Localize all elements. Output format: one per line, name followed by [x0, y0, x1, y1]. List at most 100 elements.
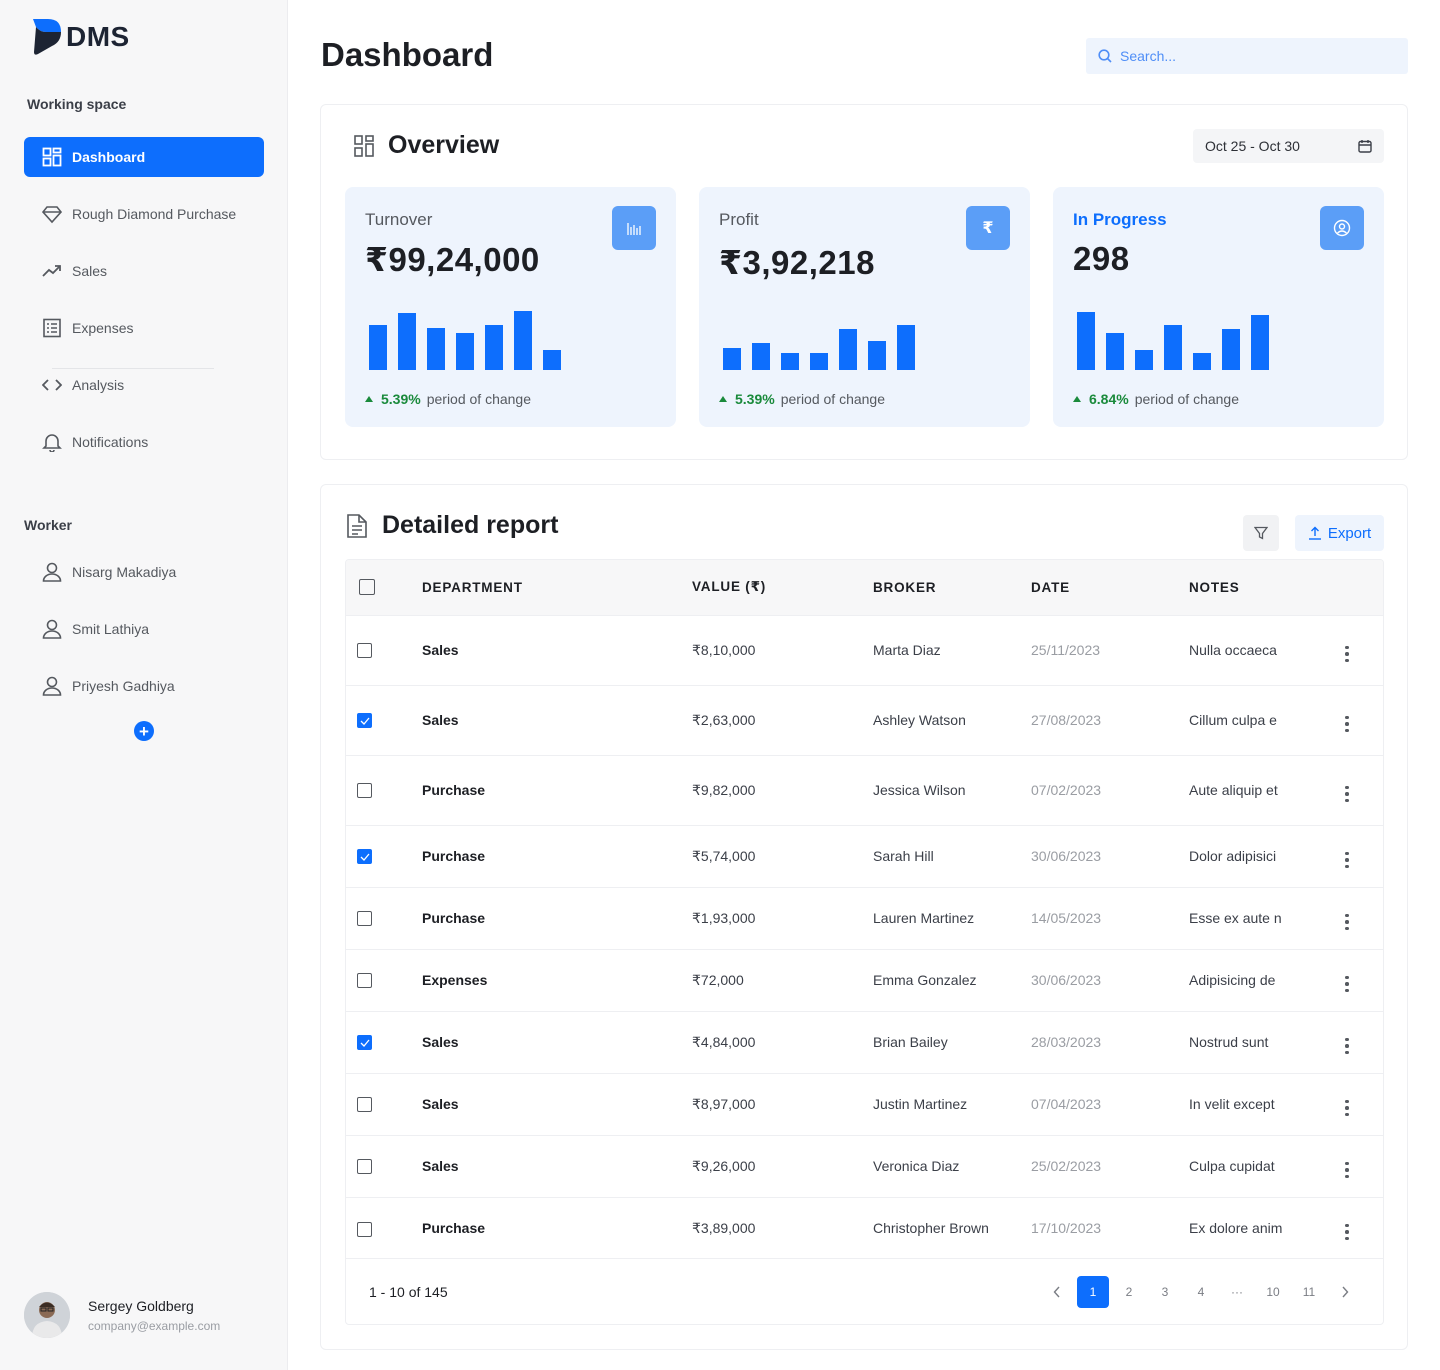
filter-icon: [1254, 526, 1268, 540]
overview-grid-icon: [354, 134, 374, 157]
chart-bar: [839, 329, 857, 370]
pagination-page[interactable]: 10: [1257, 1276, 1289, 1308]
row-checkbox[interactable]: [357, 973, 372, 989]
cell-broker: Christopher Brown: [873, 1196, 1031, 1259]
column-header-notes[interactable]: NOTES: [1189, 560, 1339, 615]
chart-bar: [810, 353, 828, 370]
cell-actions: [1339, 824, 1383, 887]
cell-notes: In velit except: [1189, 1072, 1339, 1135]
chart-bar: [1135, 350, 1153, 370]
pagination-page[interactable]: 3: [1149, 1276, 1181, 1308]
row-checkbox[interactable]: [357, 1159, 372, 1175]
progress-user-icon[interactable]: [1320, 206, 1364, 250]
cell-actions: [1339, 1010, 1383, 1073]
chart-bar: [369, 325, 387, 370]
row-checkbox[interactable]: [357, 713, 372, 729]
date-range-picker[interactable]: Oct 25 - Oct 30: [1193, 129, 1384, 163]
worker-item-smit-lathiya[interactable]: Smit Lathiya: [24, 609, 264, 649]
table-row[interactable]: Purchase ₹1,93,000 Lauren Martinez 14/05/20…: [346, 886, 1383, 949]
cell-value: ₹3,89,000: [692, 1196, 873, 1259]
more-vertical-icon[interactable]: [1339, 974, 1355, 995]
worker-name: Priyesh Gadhiya: [72, 678, 175, 694]
diamond-icon: [42, 206, 62, 224]
worker-item-nisarg-makadiya[interactable]: Nisarg Makadiya: [24, 552, 264, 592]
more-vertical-icon[interactable]: [1339, 912, 1355, 933]
select-all-checkbox[interactable]: [359, 579, 375, 596]
search-bar[interactable]: [1086, 38, 1408, 74]
rupee-icon[interactable]: ₹: [966, 206, 1010, 250]
more-vertical-icon[interactable]: [1339, 784, 1355, 805]
column-header-broker[interactable]: BROKER: [873, 560, 1031, 615]
detailed-report-panel: Detailed report Export DEPARTMENT VALUE …: [320, 484, 1408, 1350]
column-header-value[interactable]: VALUE (₹): [692, 560, 873, 615]
change-percent: 6.84%: [1089, 391, 1129, 407]
row-checkbox[interactable]: [357, 1097, 372, 1113]
chart-bar: [1193, 353, 1211, 370]
table-body: Sales ₹8,10,000 Marta Diaz 25/11/2023 Nulla …: [346, 614, 1383, 1259]
worker-item-priyesh-gadhiya[interactable]: Priyesh Gadhiya: [24, 666, 264, 706]
export-button[interactable]: Export: [1295, 515, 1384, 551]
pagination-page[interactable]: 1: [1077, 1275, 1109, 1308]
more-vertical-icon[interactable]: [1339, 850, 1355, 871]
more-vertical-icon[interactable]: [1339, 1098, 1355, 1119]
chart-bar: [723, 348, 741, 370]
pagination-page[interactable]: 4: [1185, 1276, 1217, 1308]
column-header-department[interactable]: DEPARTMENT: [422, 560, 692, 615]
more-vertical-icon[interactable]: [1339, 1036, 1355, 1057]
table-row[interactable]: Sales ₹9,26,000 Veronica Diaz 25/02/2023 Cul…: [346, 1134, 1383, 1197]
filter-button[interactable]: [1243, 515, 1279, 551]
more-vertical-icon[interactable]: [1339, 714, 1355, 735]
more-vertical-icon[interactable]: [1339, 1160, 1355, 1181]
row-checkbox[interactable]: [357, 783, 372, 799]
search-input[interactable]: [1120, 48, 1380, 64]
user-icon: [42, 676, 62, 696]
sidebar-item-label: Analysis: [72, 377, 125, 393]
app-logo[interactable]: DMS: [32, 18, 130, 56]
pagination-prev-button[interactable]: [1041, 1276, 1073, 1308]
table-row[interactable]: Purchase ₹5,74,000 Sarah Hill 30/06/2023 Dol…: [346, 824, 1383, 887]
pagination-page[interactable]: 11: [1293, 1276, 1325, 1308]
bar-chart-icon[interactable]: [612, 206, 656, 250]
card-label: Profit: [719, 210, 759, 229]
table-footer: 1 - 10 of 145 1 2 3 4 ··· 10 11: [346, 1258, 1383, 1324]
row-checkbox[interactable]: [357, 911, 372, 927]
table-row[interactable]: Sales ₹4,84,000 Brian Bailey 28/03/2023 Nost…: [346, 1010, 1383, 1073]
cell-actions: [1339, 614, 1383, 685]
table-row[interactable]: Sales ₹8,97,000 Justin Martinez 07/04/2023 I…: [346, 1072, 1383, 1135]
date-range-text: Oct 25 - Oct 30: [1205, 138, 1300, 154]
add-worker-button[interactable]: +: [134, 721, 154, 741]
sidebar-item-notifications[interactable]: Notifications: [24, 422, 264, 462]
cell-broker: Brian Bailey: [873, 1010, 1031, 1073]
dashboard-icon: [42, 147, 62, 167]
column-header-date[interactable]: DATE: [1031, 560, 1189, 615]
user-profile[interactable]: Sergey Goldberg company@example.com: [24, 1292, 220, 1338]
sidebar-item-dashboard[interactable]: Dashboard: [24, 137, 264, 177]
more-vertical-icon[interactable]: [1339, 1222, 1355, 1243]
overview-title: Overview: [388, 131, 500, 159]
table-row[interactable]: Expenses ₹72,000 Emma Gonzalez 30/06/2023 Ad…: [346, 948, 1383, 1011]
cell-notes: Aute aliquip et: [1189, 754, 1339, 825]
table-row[interactable]: Purchase ₹9,82,000 Jessica Wilson 07/02/202…: [346, 754, 1383, 825]
row-select-cell: [346, 886, 422, 949]
sidebar-item-sales[interactable]: Sales: [24, 251, 264, 291]
pagination-next-button[interactable]: [1329, 1276, 1361, 1308]
cell-department: Purchase: [422, 824, 692, 887]
row-checkbox[interactable]: [357, 1221, 372, 1237]
sidebar-item-rough-diamond-purchase[interactable]: Rough Diamond Purchase: [24, 194, 264, 234]
pagination-page[interactable]: 2: [1113, 1276, 1145, 1308]
sidebar-item-analysis[interactable]: Analysis: [24, 365, 264, 405]
pagination: 1 2 3 4 ··· 10 11: [1041, 1275, 1361, 1308]
sidebar-item-expenses[interactable]: Expenses: [24, 308, 264, 348]
code-icon: [42, 379, 62, 391]
row-checkbox[interactable]: [357, 1035, 372, 1051]
table-row[interactable]: Sales ₹2,63,000 Ashley Watson 27/08/2023 Cil…: [346, 684, 1383, 755]
cell-broker: Emma Gonzalez: [873, 948, 1031, 1011]
more-vertical-icon[interactable]: [1339, 644, 1355, 665]
cell-notes: Cillum culpa e: [1189, 684, 1339, 755]
worker-name: Smit Lathiya: [72, 621, 150, 637]
table-row[interactable]: Sales ₹8,10,000 Marta Diaz 25/11/2023 Nulla …: [346, 614, 1383, 685]
dms-logo-icon: [33, 19, 61, 55]
row-checkbox[interactable]: [357, 849, 372, 865]
table-row[interactable]: Purchase ₹3,89,000 Christopher Brown 17/10/…: [346, 1196, 1383, 1259]
row-checkbox[interactable]: [357, 643, 372, 659]
